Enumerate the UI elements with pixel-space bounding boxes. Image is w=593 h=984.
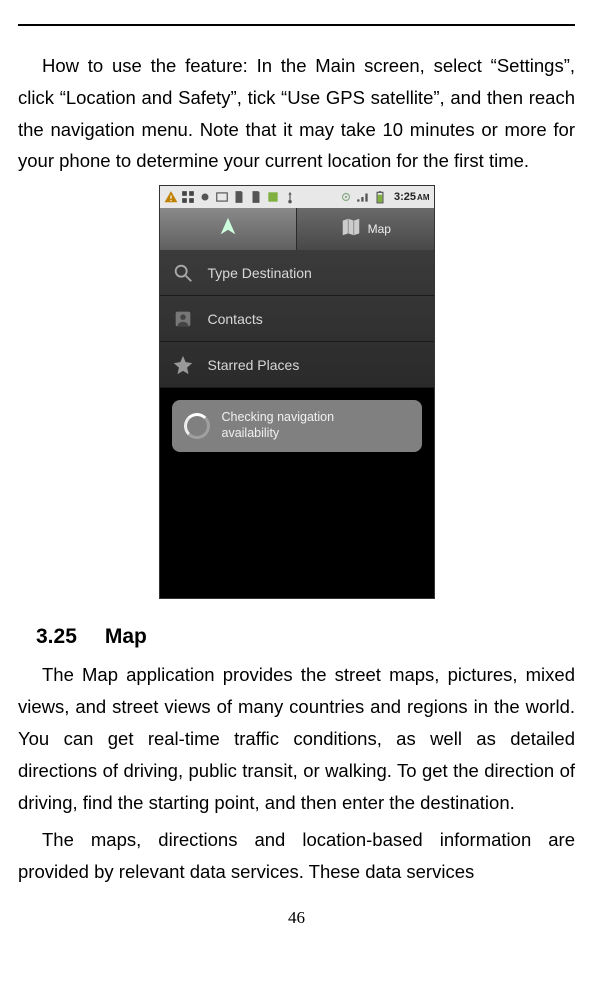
- checking-toast: Checking navigation availability: [172, 400, 422, 451]
- statusbar-right-icons: 3:25AM: [339, 190, 429, 204]
- sd2-icon: [249, 190, 263, 204]
- toast-line2: availability: [222, 426, 280, 440]
- nav-list: Type Destination Contacts Starred Places: [160, 250, 434, 388]
- phone-screenshot: 3:25AM Map: [159, 185, 435, 599]
- row-contacts[interactable]: Contacts: [160, 296, 434, 342]
- page-number: 46: [18, 908, 575, 940]
- phone-screenshot-wrap: 3:25AM Map: [18, 185, 575, 599]
- tab-map-label: Map: [368, 222, 391, 236]
- warning-icon: [164, 190, 178, 204]
- dot-icon: [198, 190, 212, 204]
- star-icon: [172, 354, 194, 376]
- heading-number: 3.25: [36, 625, 77, 649]
- toast-line1: Checking navigation: [222, 410, 335, 424]
- paragraph-text: The Map application provides the street …: [18, 664, 575, 812]
- clock-ampm: AM: [417, 193, 429, 202]
- paragraph-text: How to use the feature: In the Main scre…: [18, 55, 575, 171]
- spinner-icon: [184, 413, 210, 439]
- sd-icon: [232, 190, 246, 204]
- paragraph-gps-usage: How to use the feature: In the Main scre…: [18, 50, 575, 177]
- grid-icon: [181, 190, 195, 204]
- paragraph-text: The maps, directions and location-based …: [18, 829, 575, 882]
- row-label: Contacts: [208, 311, 263, 327]
- section-heading: 3.25 Map: [18, 625, 575, 649]
- navigation-arrow-icon: [217, 216, 239, 243]
- row-type-destination[interactable]: Type Destination: [160, 250, 434, 296]
- row-label: Starred Places: [208, 357, 300, 373]
- paragraph-map-description: The Map application provides the street …: [18, 659, 575, 818]
- map-icon: [340, 216, 362, 243]
- tab-map[interactable]: Map: [297, 208, 434, 250]
- contacts-icon: [172, 308, 194, 330]
- status-bar: 3:25AM: [160, 186, 434, 208]
- battery-icon: [373, 190, 387, 204]
- tab-bar: Map: [160, 208, 434, 250]
- top-rule: [18, 24, 575, 26]
- gps-icon: [339, 190, 353, 204]
- row-starred-places[interactable]: Starred Places: [160, 342, 434, 388]
- box-icon: [215, 190, 229, 204]
- toast-text: Checking navigation availability: [222, 410, 335, 441]
- square-green-icon: [266, 190, 280, 204]
- tab-navigation[interactable]: [160, 208, 298, 250]
- usb-icon: [283, 190, 297, 204]
- toast-area: Checking navigation availability: [160, 388, 434, 598]
- status-clock: 3:25AM: [394, 191, 429, 203]
- statusbar-left-icons: [164, 190, 297, 204]
- heading-text: Map: [105, 625, 147, 648]
- signal-icon: [356, 190, 370, 204]
- row-label: Type Destination: [208, 265, 312, 281]
- document-page: How to use the feature: In the Main scre…: [0, 24, 593, 940]
- paragraph-data-services: The maps, directions and location-based …: [18, 824, 575, 888]
- clock-time: 3:25: [394, 191, 416, 203]
- search-icon: [172, 262, 194, 284]
